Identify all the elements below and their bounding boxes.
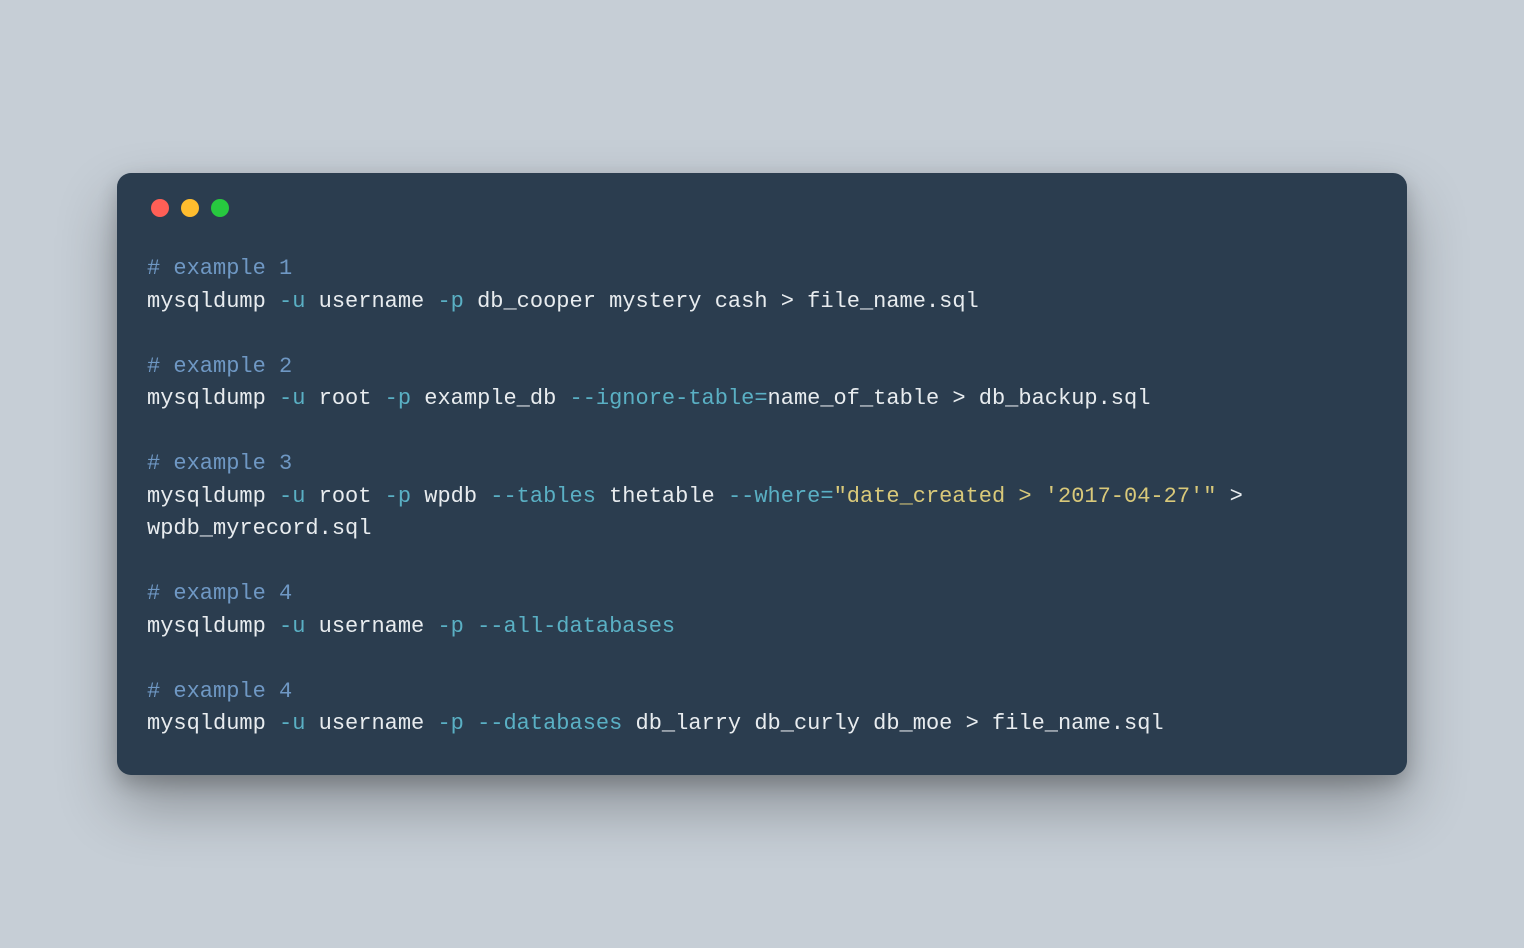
code-token-plain: thetable [596, 484, 728, 509]
code-token-plain: db_larry db_curly db_moe > file_name.sql [622, 711, 1163, 736]
code-token-comment: # example 1 [147, 256, 292, 281]
code-token-plain: name_of_table > db_backup.sql [768, 386, 1151, 411]
code-token-plain: example_db [411, 386, 569, 411]
code-token-flag: -u [279, 614, 305, 639]
code-token-plain: mysqldump [147, 484, 279, 509]
code-token-plain: db_cooper mystery cash > file_name.sql [464, 289, 979, 314]
code-token-string: "date_created > '2017-04-27'" [834, 484, 1217, 509]
code-token-flag: -u [279, 289, 305, 314]
code-token-plain: mysqldump [147, 711, 279, 736]
code-token-flag: -u [279, 386, 305, 411]
code-token-comment: # example 2 [147, 354, 292, 379]
code-token-plain: root [305, 386, 384, 411]
code-token-plain: mysqldump [147, 386, 279, 411]
code-token-flag: -p [437, 711, 463, 736]
close-icon[interactable] [151, 199, 169, 217]
code-token-plain [464, 711, 477, 736]
code-token-plain: username [305, 289, 437, 314]
code-token-flag: --all-databases [477, 614, 675, 639]
code-token-plain: mysqldump [147, 614, 279, 639]
code-token-plain: root [305, 484, 384, 509]
code-token-flag: --where= [728, 484, 834, 509]
terminal-window: # example 1 mysqldump -u username -p db_… [117, 173, 1407, 775]
code-token-flag: --tables [490, 484, 596, 509]
code-token-plain [464, 614, 477, 639]
code-token-flag: -p [385, 484, 411, 509]
code-token-flag: -u [279, 711, 305, 736]
code-token-plain: username [305, 711, 437, 736]
code-token-comment: # example 4 [147, 679, 292, 704]
code-token-flag: --databases [477, 711, 622, 736]
code-token-flag: -p [385, 386, 411, 411]
code-token-plain: wpdb [411, 484, 490, 509]
code-token-comment: # example 3 [147, 451, 292, 476]
code-token-comment: # example 4 [147, 581, 292, 606]
code-token-flag: -p [437, 289, 463, 314]
code-token-flag: -u [279, 484, 305, 509]
code-block: # example 1 mysqldump -u username -p db_… [147, 253, 1377, 741]
maximize-icon[interactable] [211, 199, 229, 217]
window-controls [147, 199, 1377, 217]
code-token-flag: -p [437, 614, 463, 639]
code-token-flag: --ignore-table= [570, 386, 768, 411]
minimize-icon[interactable] [181, 199, 199, 217]
code-token-plain: mysqldump [147, 289, 279, 314]
code-token-plain: username [305, 614, 437, 639]
